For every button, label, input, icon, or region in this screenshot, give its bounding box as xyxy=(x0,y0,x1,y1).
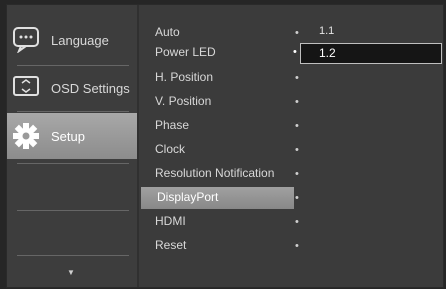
menu-item-label: Phase xyxy=(155,118,190,132)
menu-item-displayport[interactable]: DisplayPort xyxy=(141,187,294,209)
bullet-dot: • xyxy=(295,144,299,156)
osd-frame: Language OSD Settings Setup ▼ Auto • 1.1… xyxy=(6,4,444,288)
sidebar-item-label: OSD Settings xyxy=(51,80,130,96)
menu-item-auto[interactable]: Auto • 1.1 xyxy=(139,22,443,44)
menu-item-label: Reset xyxy=(155,238,187,252)
sidebar-item-setup[interactable]: Setup xyxy=(7,113,137,159)
menu-item-reset[interactable]: Reset • xyxy=(139,235,443,257)
menu-item-label: H. Position xyxy=(155,70,214,84)
sidebar-item-label: Language xyxy=(51,32,109,48)
osd-settings-icon xyxy=(11,73,41,104)
highlighted-option[interactable]: • 1.2 xyxy=(293,43,442,64)
bullet-dot: • xyxy=(295,27,299,39)
bullet-dot: • xyxy=(295,216,299,228)
menu-item-resolution-notification[interactable]: Resolution Notification • xyxy=(139,163,443,185)
osd-menu: Language OSD Settings Setup ▼ Auto • 1.1… xyxy=(0,0,446,289)
menu-item-phase[interactable]: Phase • xyxy=(139,115,443,137)
menu-item-h-position[interactable]: H. Position • xyxy=(139,67,443,89)
bullet-dot: • xyxy=(295,192,299,204)
sidebar-separator xyxy=(17,210,129,211)
menu-item-label: Clock xyxy=(155,142,186,156)
bullet-dot: • xyxy=(295,96,299,108)
menu-item-clock[interactable]: Clock • xyxy=(139,139,443,161)
menu-item-label: DisplayPort xyxy=(157,190,219,204)
menu-item-label: Auto xyxy=(155,25,180,39)
option-value[interactable]: 1.1 xyxy=(319,25,334,37)
sidebar-separator xyxy=(17,163,129,164)
setup-menu-list: Auto • 1.1 Power LED • 1.2 H. Position •… xyxy=(139,5,443,287)
menu-item-hdmi[interactable]: HDMI • xyxy=(139,211,443,233)
bullet-dot: • xyxy=(293,46,297,58)
option-value: 1.2 xyxy=(319,46,336,60)
sidebar-item-label: Setup xyxy=(51,128,85,144)
sidebar-separator xyxy=(17,255,129,256)
menu-item-label: V. Position xyxy=(155,94,212,108)
menu-item-v-position[interactable]: V. Position • xyxy=(139,91,443,113)
menu-item-displayport-dot: • xyxy=(289,187,446,209)
category-sidebar: Language OSD Settings Setup ▼ xyxy=(7,5,139,287)
menu-item-label: Power LED xyxy=(155,45,216,59)
menu-item-label: HDMI xyxy=(155,214,186,228)
scroll-down-icon[interactable]: ▼ xyxy=(67,268,75,277)
bullet-dot: • xyxy=(295,240,299,252)
bullet-dot: • xyxy=(295,168,299,180)
language-icon xyxy=(11,25,41,56)
sidebar-item-language[interactable]: Language xyxy=(7,17,137,63)
sidebar-item-osd-settings[interactable]: OSD Settings xyxy=(7,65,137,111)
setup-gear-icon xyxy=(11,121,41,154)
menu-item-label: Resolution Notification xyxy=(155,166,275,180)
sidebar-separator xyxy=(17,111,129,112)
bullet-dot: • xyxy=(295,120,299,132)
bullet-dot: • xyxy=(295,72,299,84)
